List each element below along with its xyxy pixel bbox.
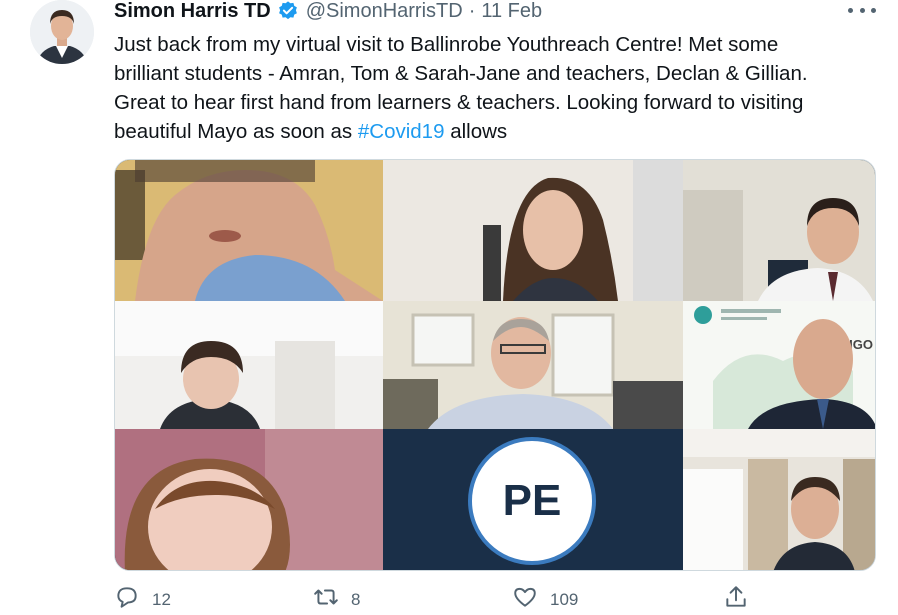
tweet-text-line: Great to hear first hand from learners &…: [114, 91, 804, 114]
video-tile-5: [383, 301, 683, 429]
more-icon[interactable]: [848, 0, 876, 20]
separator-dot: ·: [468, 0, 476, 22]
sign-text: IGO: [849, 337, 873, 352]
reply-button[interactable]: 12: [114, 584, 171, 615]
participant-initials: PE: [502, 476, 562, 525]
like-count: 109: [550, 589, 579, 609]
tweet-text-line: beautiful Mayo as soon as #Covid19 allow…: [114, 117, 884, 146]
display-name[interactable]: Simon Harris TD: [114, 0, 271, 23]
video-tile-4: [115, 301, 383, 429]
verified-badge-icon: [277, 0, 299, 22]
tweet-actions: 12 8 109: [0, 584, 898, 615]
like-button[interactable]: 109: [512, 584, 578, 615]
video-tile-6: IGO: [683, 301, 875, 429]
video-tile-1: [115, 160, 383, 301]
tweet-text: Just back from my virtual visit to Balli…: [114, 30, 884, 146]
handle[interactable]: @SimonHarrisTD: [306, 0, 463, 23]
tweet-text-segment: beautiful Mayo as soon as: [114, 120, 358, 143]
share-button[interactable]: [723, 584, 749, 615]
tweet-date[interactable]: 11 Feb: [481, 0, 542, 23]
tweet-text-line: Just back from my virtual visit to Balli…: [114, 33, 779, 56]
video-tile-2: [383, 160, 683, 301]
avatar[interactable]: [30, 0, 94, 64]
tweet-text-segment: allows: [444, 120, 508, 143]
video-tile-9: [683, 429, 875, 570]
reply-count: 12: [152, 589, 171, 609]
share-icon: [723, 584, 749, 615]
tweet[interactable]: Simon Harris TD @SimonHarrisTD · 11 Feb …: [0, 0, 898, 615]
retweet-icon: [313, 584, 339, 615]
hashtag-link[interactable]: #Covid19: [358, 120, 445, 143]
tweet-text-line: brilliant students - Amran, Tom & Sarah-…: [114, 62, 808, 85]
video-tile-3: [683, 160, 875, 301]
video-tile-7: [115, 429, 383, 570]
video-tile-8: PE: [383, 429, 683, 570]
retweet-count: 8: [351, 589, 361, 609]
like-icon: [512, 584, 538, 615]
retweet-button[interactable]: 8: [313, 584, 360, 615]
reply-icon: [114, 584, 140, 615]
tweet-media-image[interactable]: IGO PE: [114, 159, 876, 571]
tweet-header: Simon Harris TD @SimonHarrisTD · 11 Feb: [114, 0, 542, 24]
